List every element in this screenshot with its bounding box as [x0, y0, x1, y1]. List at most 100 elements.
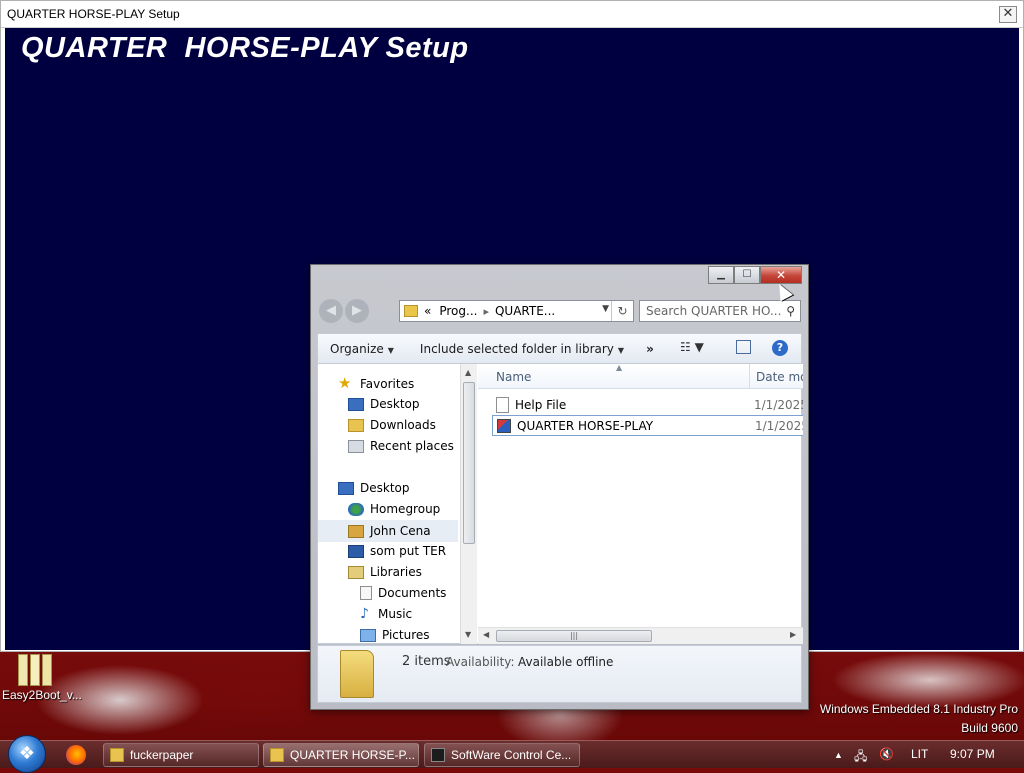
- scroll-left-arrow-icon[interactable]: ◀: [483, 630, 489, 639]
- taskbar-button-quarter-horse-play[interactable]: QUARTER HORSE-P...: [263, 743, 419, 767]
- command-bar: Organize ▼ Include selected folder in lib…: [317, 333, 802, 364]
- setup-heading: QUARTER HORSE-PLAY Setup: [21, 32, 469, 64]
- setup-window-title: QUARTER HORSE-PLAY Setup: [7, 7, 180, 21]
- nav-user-john-cena[interactable]: John Cena: [318, 520, 458, 542]
- file-name: QUARTER HORSE-PLAY: [517, 418, 654, 433]
- pictures-icon: [360, 628, 376, 642]
- language-indicator[interactable]: LIT: [911, 747, 928, 761]
- scroll-down-arrow-icon[interactable]: ▼: [465, 630, 471, 639]
- nav-pictures[interactable]: Pictures: [360, 628, 430, 642]
- app-icon: [431, 748, 445, 762]
- start-button[interactable]: ❖: [8, 735, 46, 773]
- downloads-folder-icon: [348, 418, 364, 432]
- column-name[interactable]: Name: [496, 370, 531, 384]
- file-date: 1/1/2025: [754, 397, 803, 412]
- nav-music[interactable]: ♪ Music: [360, 607, 412, 621]
- star-icon: ★: [338, 374, 352, 392]
- folder-icon: [404, 305, 418, 317]
- taskbar-button-software-control-center[interactable]: SoftWare Control Ce...: [424, 743, 580, 767]
- column-divider[interactable]: [749, 364, 750, 389]
- help-icon[interactable]: ?: [772, 340, 788, 356]
- setup-titlebar[interactable]: QUARTER HORSE-PLAY Setup ✕: [1, 1, 1023, 28]
- file-list-scrollbar[interactable]: ◀ ||| ▶: [478, 627, 803, 644]
- navigation-pane: ★ Favorites Desktop Downloads Recent pla…: [318, 364, 460, 644]
- windows-edition-watermark: Windows Embedded 8.1 Industry Pro: [819, 702, 1018, 716]
- nav-pane-scrollbar[interactable]: ▲ ▼: [460, 364, 477, 644]
- clock[interactable]: 9:07 PM: [950, 747, 995, 761]
- item-count: 2 items: [402, 654, 451, 669]
- scroll-right-arrow-icon[interactable]: ▶: [790, 630, 796, 639]
- address-overflow[interactable]: «: [424, 304, 431, 318]
- document-file-icon: [496, 396, 509, 413]
- organize-button[interactable]: Organize ▼: [330, 342, 394, 356]
- preview-pane-icon[interactable]: [736, 340, 751, 354]
- search-icon[interactable]: ⚲: [786, 304, 795, 318]
- system-tray: ▲ 🖧 🔇 LIT 9:07 PM: [824, 741, 1024, 769]
- file-list: ▲ Name Date mo Help File 1/1/2025 QUARTE…: [478, 364, 803, 644]
- music-icon: ♪: [360, 606, 369, 622]
- change-view-button[interactable]: ☷ ▼: [680, 340, 704, 354]
- nav-documents[interactable]: Documents: [360, 586, 446, 600]
- nav-libraries[interactable]: Libraries: [348, 565, 422, 579]
- binder-icon: [18, 654, 54, 686]
- homegroup-icon: [348, 502, 364, 516]
- nav-desktop[interactable]: Desktop: [338, 481, 410, 495]
- scroll-up-arrow-icon[interactable]: ▲: [465, 368, 471, 377]
- folder-icon: [270, 748, 284, 762]
- search-input[interactable]: Search QUARTER HO... ⚲: [639, 300, 801, 322]
- libraries-icon: [348, 565, 364, 579]
- nav-computer[interactable]: som put TER: [348, 544, 446, 558]
- taskbar: ❖ fuckerpaper QUARTER HORSE-P... SoftWar…: [0, 735, 1024, 773]
- column-date-modified[interactable]: Date mo: [756, 370, 803, 384]
- maximize-button[interactable]: ☐: [734, 266, 760, 284]
- desktop-icon-easy2boot[interactable]: Easy2Boot_v...: [2, 654, 82, 702]
- show-hidden-icons-arrow-icon[interactable]: ▲: [834, 750, 843, 760]
- file-row-help-file[interactable]: Help File 1/1/2025: [492, 394, 803, 415]
- close-button[interactable]: ✕: [760, 266, 802, 284]
- recent-places-icon: [348, 439, 364, 453]
- explorer-window: ▁ ☐ ✕ ◀ ▶ « Prog... ▸ QUARTE... ▼ ↻ Sear…: [310, 264, 809, 710]
- nav-recent-places[interactable]: Recent places: [348, 439, 454, 453]
- details-pane: 2 items Availability: Available offline: [317, 645, 802, 703]
- scrollbar-thumb[interactable]: |||: [496, 630, 652, 642]
- include-in-library-button[interactable]: Include selected folder in library ▼: [420, 342, 624, 356]
- availability-label: Availability:: [446, 655, 515, 669]
- breadcrumb-separator[interactable]: ▸: [483, 305, 489, 318]
- search-placeholder: Search QUARTER HO...: [646, 304, 782, 318]
- file-row-quarter-horse-play[interactable]: QUARTER HORSE-PLAY 1/1/2025: [492, 415, 803, 436]
- nav-homegroup[interactable]: Homegroup: [348, 502, 440, 516]
- folder-icon: [110, 748, 124, 762]
- setup-close-button[interactable]: ✕: [999, 6, 1017, 23]
- file-date: 1/1/2025: [755, 418, 803, 433]
- minimize-button[interactable]: ▁: [708, 266, 734, 284]
- more-commands-button[interactable]: »: [646, 342, 654, 356]
- desktop-icon: [348, 397, 364, 411]
- back-arrow-icon[interactable]: ◀: [319, 299, 343, 323]
- computer-icon: [348, 544, 364, 558]
- firefox-icon[interactable]: [66, 745, 86, 765]
- availability-value: Available offline: [518, 655, 614, 669]
- desktop-icon-label: Easy2Boot_v...: [2, 688, 82, 702]
- content-area: ★ Favorites Desktop Downloads Recent pla…: [317, 364, 803, 644]
- user-folder-icon: [348, 524, 364, 538]
- taskbar-button-fuckerpaper[interactable]: fuckerpaper: [103, 743, 259, 767]
- file-name: Help File: [515, 397, 567, 412]
- desktop-icon: [338, 481, 354, 495]
- nav-downloads[interactable]: Downloads: [348, 418, 436, 432]
- nav-favorites[interactable]: ★ Favorites: [338, 376, 414, 392]
- scrollbar-thumb[interactable]: [463, 382, 475, 544]
- breadcrumb-quarter[interactable]: QUARTE...: [495, 304, 555, 318]
- forward-arrow-icon[interactable]: ▶: [345, 299, 369, 323]
- windows-build-watermark: Build 9600: [961, 721, 1018, 735]
- address-bar[interactable]: « Prog... ▸ QUARTE... ▼ ↻: [399, 300, 634, 322]
- breadcrumb-program-files[interactable]: Prog...: [439, 304, 477, 318]
- window-controls: ▁ ☐ ✕: [708, 266, 802, 284]
- application-file-icon: [497, 418, 511, 433]
- network-icon[interactable]: 🖧: [854, 747, 867, 768]
- volume-muted-icon[interactable]: 🔇: [879, 747, 894, 761]
- nav-desktop-favorite[interactable]: Desktop: [348, 397, 420, 411]
- refresh-icon[interactable]: ↻: [611, 301, 633, 321]
- documents-icon: [360, 586, 372, 600]
- chevron-down-icon[interactable]: ▼: [602, 304, 609, 314]
- navigation-buttons: ◀ ▶: [319, 299, 371, 323]
